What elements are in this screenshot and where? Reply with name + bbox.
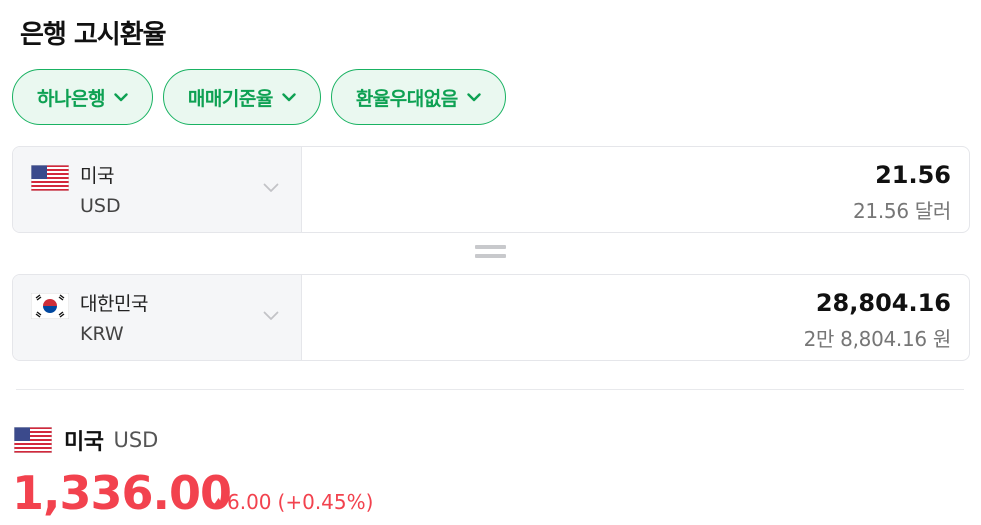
to-amount-value: 28,804.16: [815, 289, 951, 317]
rate-type-filter-label: 매매기준율: [187, 87, 273, 110]
from-country-name: 미국: [80, 165, 114, 187]
to-amount-input[interactable]: 28,804.16 2만 8,804.16 원: [302, 275, 969, 360]
bank-filter-label: 하나은행: [37, 87, 105, 110]
exchange-rate-widget: 은행 고시환율 하나은행 매매기준율 환율우대없음 미국 USD 21.56 2…: [0, 0, 981, 525]
rate-type-filter-button[interactable]: 매매기준율: [162, 69, 321, 125]
us-flag-icon: [14, 427, 52, 453]
to-currency-code: KRW: [80, 323, 124, 345]
rate-change-percent: (+0.45%): [277, 490, 374, 514]
rate-header: 미국 USD: [14, 424, 158, 456]
to-currency-select[interactable]: 대한민국 KRW: [13, 275, 302, 360]
from-amount-text: 21.56 달러: [852, 199, 951, 223]
rate-country-name: 미국: [64, 430, 104, 455]
us-flag-icon: [31, 165, 69, 191]
to-country-name: 대한민국: [80, 293, 148, 315]
exchange-rate-value: 1,336.00: [12, 466, 232, 520]
rate-change-value: 6.00: [227, 490, 272, 514]
filter-bar: 하나은행 매매기준율 환율우대없음: [12, 69, 506, 125]
from-amount-value: 21.56: [875, 161, 951, 189]
from-currency-code: USD: [80, 195, 121, 217]
bank-filter-button[interactable]: 하나은행: [12, 69, 153, 125]
from-currency-select[interactable]: 미국 USD: [13, 147, 302, 232]
chevron-down-icon: [467, 92, 481, 101]
rate-currency-code: USD: [113, 428, 159, 452]
from-amount-input[interactable]: 21.56 21.56 달러: [302, 147, 969, 232]
preferential-rate-filter-label: 환율우대없음: [355, 87, 458, 110]
to-amount-text: 2만 8,804.16 원: [803, 327, 952, 351]
chevron-down-icon: [282, 92, 296, 101]
rate-change: 6.00 (+0.45%): [213, 490, 373, 514]
page-title: 은행 고시환율: [20, 20, 167, 50]
from-currency-row: 미국 USD 21.56 21.56 달러: [12, 146, 970, 233]
chevron-down-icon: [263, 311, 279, 320]
section-divider: [16, 389, 964, 390]
kr-flag-icon: [31, 293, 69, 319]
chevron-down-icon: [263, 183, 279, 192]
triangle-up-icon: [213, 498, 224, 506]
preferential-rate-filter-button[interactable]: 환율우대없음: [330, 69, 506, 125]
chevron-down-icon: [114, 92, 128, 101]
equals-icon: [475, 244, 506, 260]
to-currency-row: 대한민국 KRW 28,804.16 2만 8,804.16 원: [12, 274, 970, 361]
